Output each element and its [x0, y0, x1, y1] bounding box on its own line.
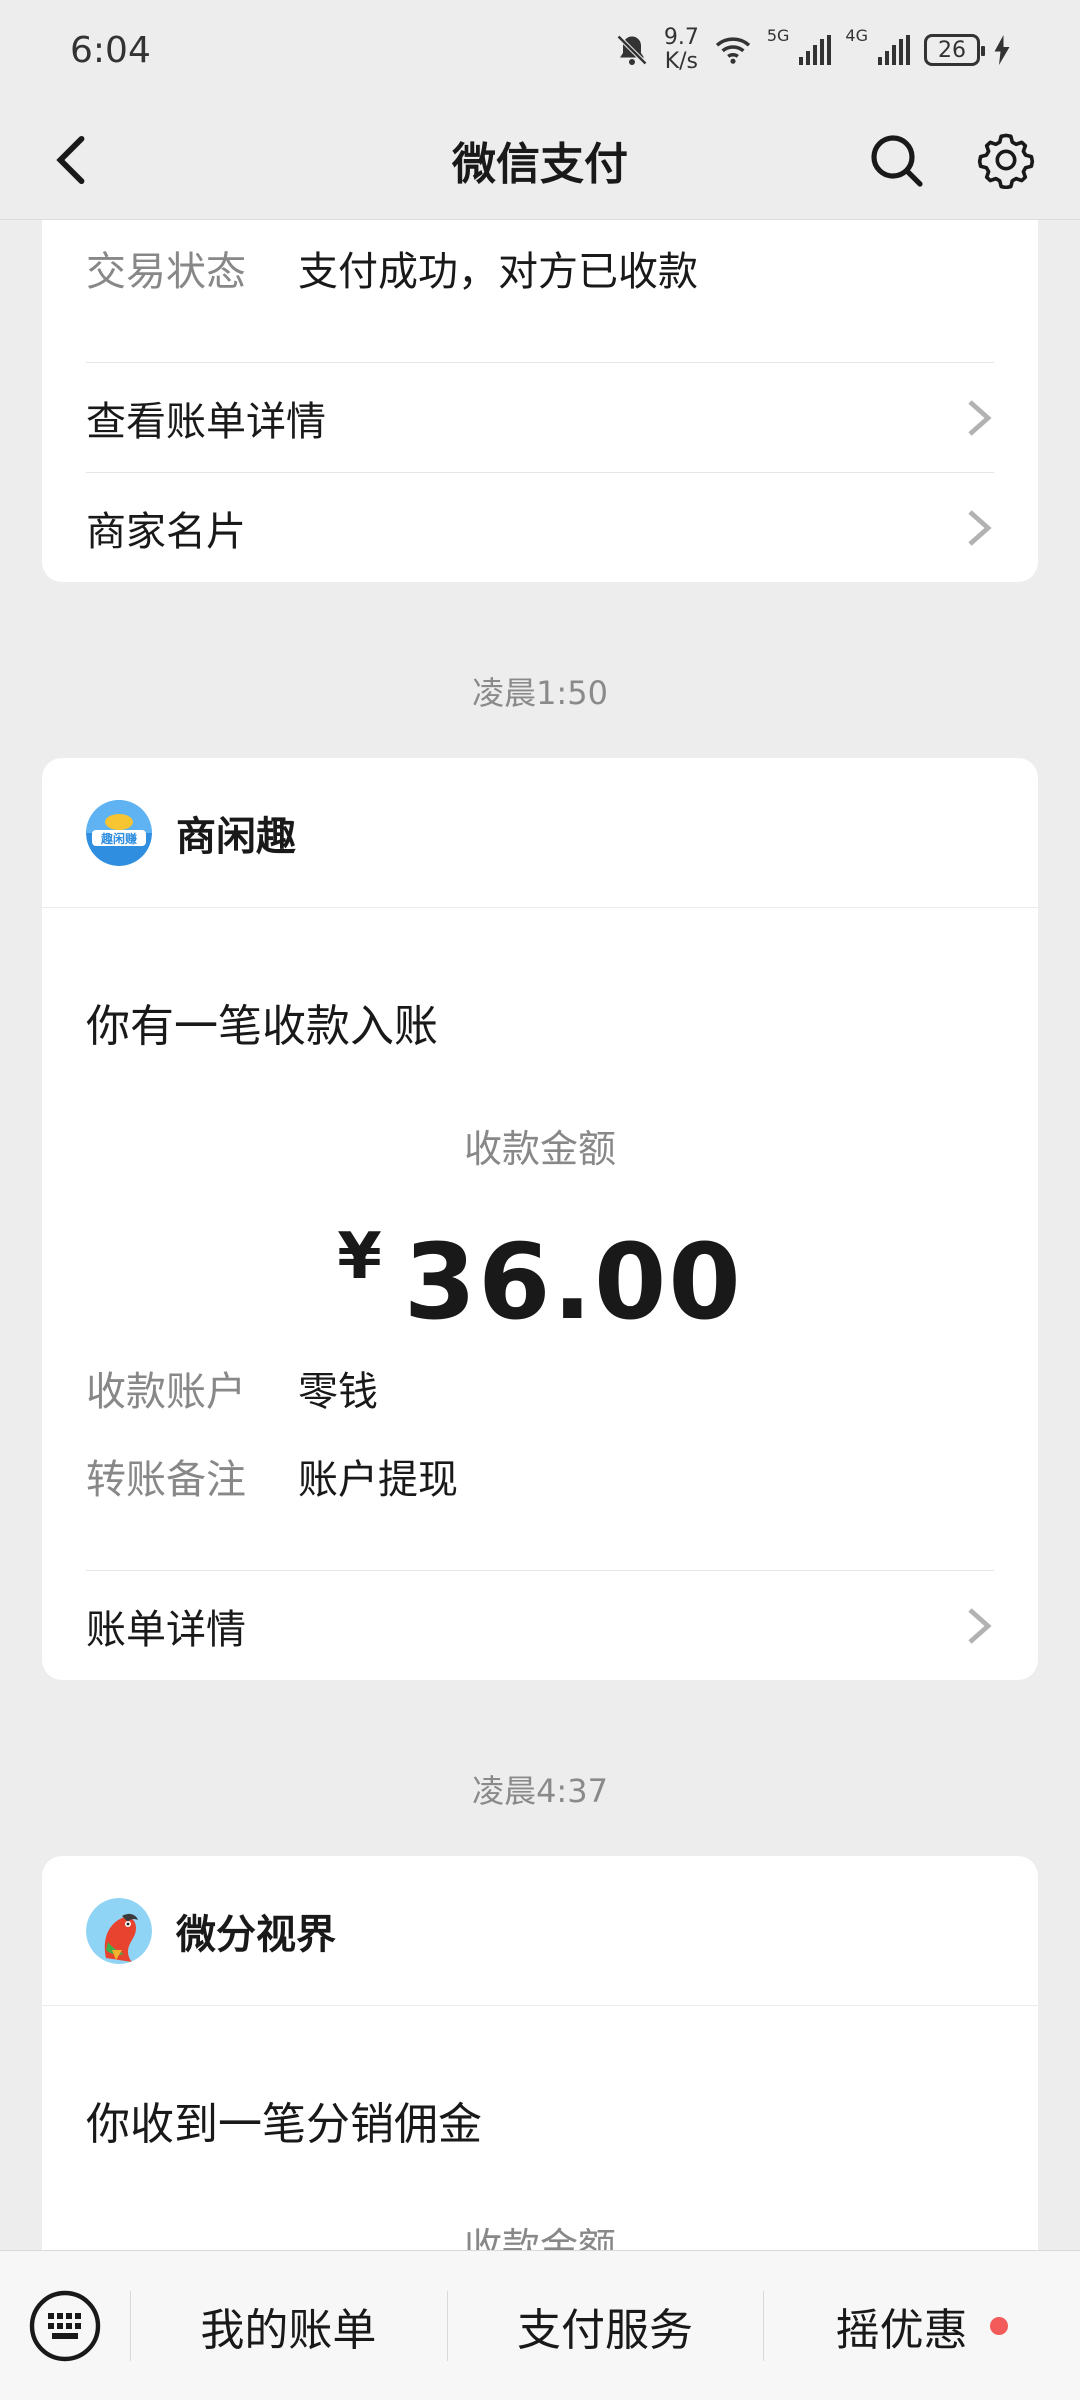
notice-title: 你收到一笔分销佣金 — [86, 2099, 482, 2150]
merchant-avatar: 趣闲赚 — [86, 799, 152, 866]
notification-dot — [989, 2316, 1008, 2335]
network-speed: 9.7 K/s — [664, 26, 699, 74]
keyboard-button[interactable] — [0, 2251, 130, 2400]
view-bill-row[interactable]: 查看账单详情 — [86, 362, 994, 472]
signal-icon-2 — [878, 35, 910, 65]
account-row: 收款账户 零钱 — [86, 1358, 994, 1418]
remark-label: 转账备注 — [86, 1457, 246, 1503]
screen: 6:04 9.7 K/s 5G 4G 26 微信支付 交易状态 支付成功，对方已… — [0, 0, 1080, 2400]
merchant-name: 微分视界 — [176, 1911, 336, 1958]
status-label: 交易状态 — [86, 249, 246, 295]
search-button[interactable] — [860, 124, 932, 196]
bill-detail-label: 账单详情 — [86, 1606, 246, 1653]
merchant-avatar — [86, 1897, 152, 1964]
settings-button[interactable] — [970, 124, 1042, 196]
bottom-menu-bar: 我的账单 支付服务 摇优惠 — [0, 2250, 1080, 2400]
timestamp-2: 凌晨4:37 — [472, 1772, 608, 1810]
status-value: 支付成功，对方已收款 — [298, 249, 698, 295]
merchant-header[interactable]: 趣闲赚 商闲趣 — [42, 758, 1038, 908]
charging-icon — [994, 35, 1010, 65]
merchant-header[interactable]: 微分视界 — [42, 1856, 1038, 2006]
mute-bell-icon — [616, 34, 647, 66]
gear-icon — [977, 133, 1035, 189]
back-chevron-icon — [56, 135, 85, 185]
speed-value: 9.7 — [663, 25, 699, 50]
payment-services-button[interactable]: 支付服务 — [446, 2251, 764, 2400]
amount-value: ¥36.00 — [42, 1220, 1038, 1343]
speed-unit: K/s — [664, 49, 698, 74]
my-bills-button[interactable]: 我的账单 — [130, 2251, 447, 2400]
parrot-logo-icon — [86, 1897, 152, 1964]
battery-level: 26 — [938, 37, 966, 63]
notice-title: 你有一笔收款入账 — [86, 1001, 438, 1052]
view-bill-label: 查看账单详情 — [86, 398, 326, 445]
merchant-card-row[interactable]: 商家名片 — [86, 472, 994, 582]
signal-icon-1 — [799, 35, 832, 65]
nav-bar: 微信支付 — [0, 100, 1080, 220]
wifi-icon — [715, 37, 751, 64]
my-bills-label: 我的账单 — [200, 2304, 377, 2356]
status-row: 交易状态 支付成功，对方已收款 — [86, 238, 994, 298]
amount-label: 收款金额 — [463, 1127, 616, 1171]
remark-value: 账户提现 — [298, 1457, 458, 1503]
chevron-right-icon — [968, 509, 992, 546]
bill-detail-row[interactable]: 账单详情 — [86, 1570, 994, 1680]
account-label: 收款账户 — [86, 1369, 246, 1415]
merchant-card-label: 商家名片 — [86, 508, 246, 555]
payment-services-label: 支付服务 — [517, 2304, 693, 2356]
chevron-right-icon — [968, 1607, 992, 1644]
svg-text:趣闲赚: 趣闲赚 — [100, 831, 137, 846]
keyboard-icon — [29, 2290, 101, 2361]
amount-number: 36.00 — [403, 1221, 743, 1343]
remark-row: 转账备注 账户提现 — [86, 1446, 994, 1506]
currency-symbol: ¥ — [337, 1220, 384, 1294]
timestamp-1: 凌晨1:50 — [472, 674, 608, 712]
chevron-right-icon — [968, 399, 992, 436]
account-value: 零钱 — [298, 1369, 378, 1415]
page-title: 微信支付 — [452, 138, 628, 190]
search-icon — [871, 135, 923, 187]
shake-offers-button[interactable]: 摇优惠 — [763, 2251, 1080, 2400]
net2-label: 4G — [845, 26, 868, 45]
merchant-name: 商闲趣 — [176, 813, 296, 860]
back-button[interactable] — [34, 124, 106, 196]
income-card: 趣闲赚 商闲趣 你有一笔收款入账 收款金额 ¥36.00 收款账户 零钱 转账备… — [42, 758, 1038, 1680]
status-bar: 6:04 9.7 K/s 5G 4G 26 — [0, 0, 1080, 100]
net1-label: 5G — [766, 26, 790, 45]
transaction-card: 交易状态 支付成功，对方已收款 查看账单详情 商家名片 — [42, 220, 1038, 582]
merchant-logo-icon: 趣闲赚 — [86, 799, 152, 866]
battery-icon: 26 — [924, 34, 985, 66]
status-time: 6:04 — [70, 29, 151, 71]
status-icons: 9.7 K/s 5G 4G 26 — [614, 26, 1010, 74]
shake-offers-label: 摇优惠 — [835, 2304, 968, 2356]
